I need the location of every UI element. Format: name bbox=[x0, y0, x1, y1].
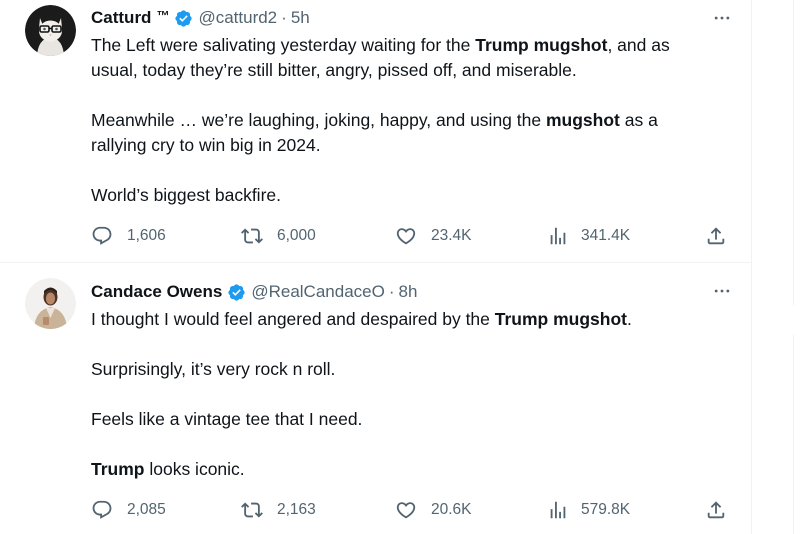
text-run: rallying cry to win big in 2024. bbox=[91, 135, 321, 155]
views-chart-icon bbox=[550, 501, 566, 519]
display-name[interactable]: Candace Owens bbox=[91, 282, 222, 302]
view-count: 341.4K bbox=[581, 227, 631, 244]
reply-icon bbox=[92, 226, 112, 245]
verified-badge-icon[interactable] bbox=[174, 9, 193, 28]
text-run: as a bbox=[619, 110, 658, 130]
retweet-count: 6,000 bbox=[277, 227, 316, 244]
timestamp[interactable]: 8h bbox=[399, 282, 418, 302]
text-run: , and as bbox=[607, 35, 670, 55]
heart-icon bbox=[396, 502, 416, 519]
text-run: looks iconic. bbox=[144, 459, 245, 479]
sidebar-edge bbox=[793, 0, 801, 534]
highlighted-term: Trump mugshot bbox=[494, 309, 627, 329]
text-run: Feels like a vintage tee that I need. bbox=[91, 409, 363, 429]
more-options-icon[interactable] bbox=[708, 8, 736, 28]
reply-button[interactable]: 1,606 bbox=[91, 224, 166, 248]
text-run: Meanwhile … we’re laughing, joking, happ… bbox=[91, 110, 546, 130]
separator: · bbox=[281, 8, 287, 27]
tweet-text-line: rallying cry to win big in 2024. bbox=[91, 133, 731, 158]
like-count: 23.4K bbox=[431, 227, 472, 244]
highlighted-term: Trump mugshot bbox=[475, 35, 608, 55]
tweet-catturd[interactable]: Catturd ™ @catturd2 · 5h The Left were s… bbox=[0, 0, 752, 263]
tweet-text-line: Meanwhile … we’re laughing, joking, happ… bbox=[91, 108, 731, 133]
text-run: I thought I would feel angered and despa… bbox=[91, 309, 495, 329]
tweet-text-line: usual, today they’re still bitter, angry… bbox=[91, 58, 731, 83]
highlighted-term: mugshot bbox=[545, 110, 620, 130]
reply-count: 1,606 bbox=[127, 227, 166, 244]
text-run: Surprisingly, it’s very rock n roll. bbox=[91, 359, 336, 379]
reply-icon bbox=[92, 500, 112, 519]
like-count: 20.6K bbox=[431, 501, 472, 518]
verified-badge-icon[interactable] bbox=[227, 283, 246, 302]
tweet-text-line: Surprisingly, it’s very rock n roll. bbox=[91, 357, 731, 382]
avatar[interactable] bbox=[25, 5, 76, 56]
heart-icon bbox=[396, 228, 416, 245]
like-button[interactable]: 23.4K bbox=[395, 224, 472, 248]
retweet-icon bbox=[241, 228, 263, 244]
share-button[interactable] bbox=[705, 224, 727, 248]
reply-button[interactable]: 2,085 bbox=[91, 498, 166, 522]
tweet-header: Catturd ™ @catturd2 · 5h bbox=[91, 7, 310, 29]
tweet-text-line: The Left were salivating yesterday waiti… bbox=[91, 33, 731, 58]
tweet-actions: 2,085 2,163 20.6K 579.8K bbox=[91, 498, 741, 522]
views-chart-icon bbox=[550, 227, 566, 245]
tweet-header: Candace Owens @RealCandaceO · 8h bbox=[91, 281, 417, 303]
user-handle[interactable]: @RealCandaceO bbox=[251, 282, 385, 302]
divider bbox=[793, 0, 794, 305]
like-button[interactable]: 20.6K bbox=[395, 498, 472, 522]
timeline-feed: Catturd ™ @catturd2 · 5h The Left were s… bbox=[0, 0, 752, 534]
timestamp[interactable]: 5h bbox=[291, 8, 310, 28]
share-icon bbox=[707, 227, 725, 245]
tweet-text-line: Feels like a vintage tee that I need. bbox=[91, 407, 731, 432]
user-handle[interactable]: @catturd2 bbox=[198, 8, 277, 28]
tweet-text-line: Trump looks iconic. bbox=[91, 457, 731, 482]
retweet-button[interactable]: 2,163 bbox=[241, 498, 316, 522]
tweet-text: I thought I would feel angered and despa… bbox=[91, 307, 731, 482]
avatar[interactable] bbox=[25, 278, 76, 329]
retweet-button[interactable]: 6,000 bbox=[241, 224, 316, 248]
share-button[interactable] bbox=[705, 498, 727, 522]
view-count: 579.8K bbox=[581, 501, 631, 518]
views-button[interactable]: 579.8K bbox=[547, 498, 630, 522]
name-suffix: ™ bbox=[156, 7, 170, 23]
text-run: usual, today they’re still bitter, angry… bbox=[91, 60, 577, 80]
text-run: The Left were salivating yesterday waiti… bbox=[91, 35, 476, 55]
tweet-text: The Left were salivating yesterday waiti… bbox=[91, 33, 731, 208]
tweet-text-line: I thought I would feel angered and despa… bbox=[91, 307, 731, 332]
text-run: . bbox=[626, 309, 632, 329]
highlighted-term: Trump bbox=[91, 459, 145, 479]
share-icon bbox=[707, 501, 725, 519]
display-name[interactable]: Catturd bbox=[91, 8, 151, 28]
retweet-count: 2,163 bbox=[277, 501, 316, 518]
tweet-candace-owens[interactable]: Candace Owens @RealCandaceO · 8h I thoug… bbox=[0, 264, 752, 534]
more-options-icon[interactable] bbox=[708, 281, 736, 301]
views-button[interactable]: 341.4K bbox=[547, 224, 630, 248]
text-run: World’s biggest backfire. bbox=[91, 185, 281, 205]
separator: · bbox=[388, 282, 395, 301]
reply-count: 2,085 bbox=[127, 501, 166, 518]
tweet-text-line: World’s biggest backfire. bbox=[91, 183, 731, 208]
divider bbox=[793, 335, 794, 534]
tweet-actions: 1,606 6,000 23.4K 341.4K bbox=[91, 224, 741, 248]
retweet-icon bbox=[241, 502, 263, 518]
